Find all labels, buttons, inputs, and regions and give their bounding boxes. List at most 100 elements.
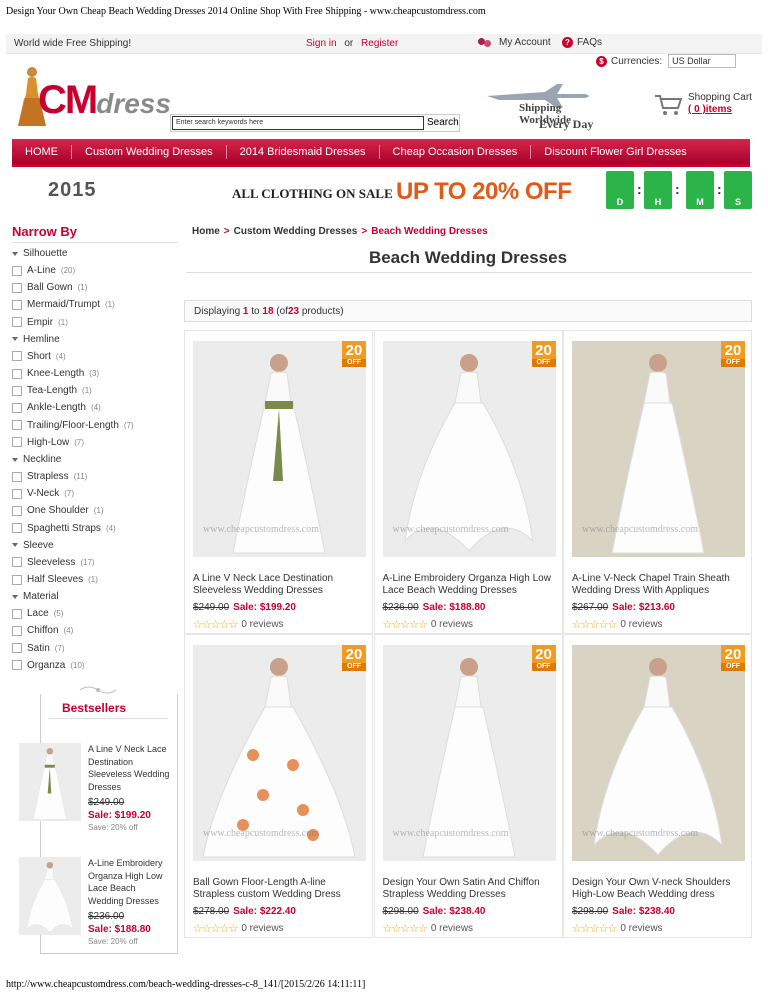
rating-stars-icon: ☆☆☆☆☆ (572, 619, 617, 631)
product-reviews[interactable]: ☆☆☆☆☆ 0 reviews (193, 922, 284, 935)
product-card[interactable]: 20 OFF www.cheapcustomdress.com Design Your… (373, 634, 563, 938)
nav-item[interactable]: 2014 Bridesmaid Dresses (227, 144, 380, 159)
bestseller-name[interactable]: A-Line Embroidery Organza High Low Lace … (88, 857, 172, 907)
checkbox[interactable] (12, 265, 22, 276)
product-name[interactable]: A Line V Neck Lace Destination Sleeveles… (193, 573, 369, 597)
sign-in-link[interactable]: Sign in (306, 38, 337, 49)
checkbox[interactable] (12, 608, 22, 619)
facet-header[interactable]: Hemline (12, 334, 60, 345)
product-name[interactable]: A-Line Embroidery Organza High Low Lace … (383, 573, 559, 597)
checkbox[interactable] (12, 643, 22, 654)
filter-option-count: (10) (70, 660, 85, 670)
filter-option[interactable]: Knee-Length (3) (12, 368, 99, 379)
site-logo[interactable]: CMdress (12, 62, 171, 130)
product-name[interactable]: Design Your Own Satin And Chiffon Strapl… (383, 877, 559, 901)
product-image[interactable]: 20 OFF www.cheapcustomdress.com (382, 645, 556, 861)
filter-option[interactable]: V-Neck (7) (12, 488, 74, 499)
product-card[interactable]: 20 OFF www.cheapcustomdress.com A-Line Embr… (373, 330, 563, 634)
product-reviews[interactable]: ☆☆☆☆☆ 0 reviews (193, 618, 284, 631)
nav-item[interactable]: Custom Wedding Dresses (72, 144, 227, 159)
checkbox[interactable] (12, 299, 22, 310)
my-account-link[interactable]: My Account (478, 37, 551, 48)
filter-option[interactable]: One Shoulder (1) (12, 505, 104, 516)
facet-header[interactable]: Material (12, 591, 59, 602)
product-reviews[interactable]: ☆☆☆☆☆ 0 reviews (572, 922, 663, 935)
checkbox[interactable] (12, 437, 22, 448)
logo-dress: dress (96, 88, 171, 119)
sale-price: Sale: $199.20 (233, 602, 296, 613)
product-card[interactable]: 20 OFF www.cheapcustomdress.com Design Your… (563, 634, 752, 938)
product-image[interactable]: 20 OFF www.cheapcustomdress.com (193, 645, 366, 861)
facet-header[interactable]: Silhouette (12, 248, 67, 259)
checkbox[interactable] (12, 420, 22, 431)
product-image[interactable]: 20 OFF www.cheapcustomdress.com (382, 341, 556, 557)
search-input[interactable]: Enter search keywords here (172, 116, 424, 130)
checkbox[interactable] (12, 351, 22, 362)
filter-option[interactable]: Tea-Length (1) (12, 385, 92, 396)
product-price: $236.00 Sale: $188.80 (383, 602, 486, 613)
filter-option[interactable]: Short (4) (12, 351, 66, 362)
breadcrumb-home[interactable]: Home (192, 226, 220, 237)
search-button[interactable]: Search (427, 117, 459, 128)
checkbox[interactable] (12, 574, 22, 585)
filter-option[interactable]: Satin (7) (12, 643, 65, 654)
product-reviews[interactable]: ☆☆☆☆☆ 0 reviews (383, 618, 474, 631)
product-card[interactable]: 20 OFF www.cheapcustomdress.com A Line V Ne… (184, 330, 373, 634)
checkbox[interactable] (12, 488, 22, 499)
currency-select[interactable]: US Dollar (668, 54, 737, 68)
promo-banner[interactable]: 2015 ALL CLOTHING ON SALE UP TO 20% OFF … (24, 171, 752, 215)
register-link[interactable]: Register (361, 38, 398, 49)
checkbox[interactable] (12, 505, 22, 516)
filter-option[interactable]: Chiffon (4) (12, 625, 73, 636)
filter-option[interactable]: Sleeveless (17) (12, 557, 95, 568)
product-name[interactable]: A-Line V-Neck Chapel Train Sheath Weddin… (572, 573, 748, 597)
nav-item[interactable]: HOME (12, 144, 72, 159)
checkbox[interactable] (12, 402, 22, 413)
cart-items-link[interactable]: ( 0 )items (688, 104, 732, 115)
checkbox[interactable] (12, 471, 22, 482)
filter-option[interactable]: A-Line (20) (12, 265, 75, 276)
checkbox[interactable] (12, 557, 22, 568)
filter-option[interactable]: Half Sleeves (1) (12, 574, 98, 585)
checkbox[interactable] (12, 660, 22, 671)
checkbox[interactable] (12, 282, 22, 293)
filter-option-label: Short (27, 350, 51, 362)
bestseller-name[interactable]: A Line V Neck Lace Destination Sleeveles… (88, 743, 172, 793)
product-card[interactable]: 20 OFF www.cheapcustomdress.com Ball Gown F… (184, 634, 373, 938)
filter-option[interactable]: Mermaid/Trumpt (1) (12, 299, 115, 310)
product-reviews[interactable]: ☆☆☆☆☆ 0 reviews (383, 922, 474, 935)
filter-option[interactable]: Ankle-Length (4) (12, 402, 101, 413)
faqs-link[interactable]: ? FAQs (562, 37, 602, 48)
facet-header[interactable]: Neckline (12, 454, 61, 465)
product-reviews[interactable]: ☆☆☆☆☆ 0 reviews (572, 618, 663, 631)
product-image[interactable]: 20 OFF www.cheapcustomdress.com (193, 341, 366, 557)
product-image[interactable]: 20 OFF www.cheapcustomdress.com (572, 645, 745, 861)
product-card[interactable]: 20 OFF www.cheapcustomdress.com A-Line V-Ne… (563, 330, 752, 634)
collapse-arrow-icon (12, 251, 18, 256)
product-name[interactable]: Ball Gown Floor-Length A-line Strapless … (193, 877, 369, 901)
filter-option[interactable]: Trailing/Floor-Length (7) (12, 420, 134, 431)
filter-option[interactable]: Ball Gown (1) (12, 282, 87, 293)
facet-header[interactable]: Sleeve (12, 540, 54, 551)
filter-option[interactable]: Strapless (11) (12, 471, 87, 482)
checkbox[interactable] (12, 625, 22, 636)
checkbox[interactable] (12, 523, 22, 534)
bestseller-thumbnail[interactable] (19, 857, 81, 935)
filter-option[interactable]: Spaghetti Straps (4) (12, 523, 116, 534)
bestseller-thumbnail[interactable] (19, 743, 81, 821)
nav-item[interactable]: Cheap Occasion Dresses (380, 144, 532, 159)
filter-option[interactable]: Lace (5) (12, 608, 63, 619)
filter-option[interactable]: Organza (10) (12, 660, 85, 671)
discount-off: OFF (342, 663, 366, 671)
filter-option[interactable]: Empir (1) (12, 317, 68, 328)
product-image[interactable]: 20 OFF www.cheapcustomdress.com (572, 341, 745, 557)
discount-off: OFF (531, 359, 556, 367)
filter-option[interactable]: High-Low (7) (12, 437, 84, 448)
shopping-cart[interactable]: Shopping Cart ( 0 )items (654, 92, 764, 122)
breadcrumb-category[interactable]: Custom Wedding Dresses (234, 226, 358, 237)
checkbox[interactable] (12, 368, 22, 379)
checkbox[interactable] (12, 317, 22, 328)
nav-item[interactable]: Discount Flower Girl Dresses (531, 145, 699, 159)
checkbox[interactable] (12, 385, 22, 396)
product-name[interactable]: Design Your Own V-neck Shoulders High-Lo… (572, 877, 748, 901)
